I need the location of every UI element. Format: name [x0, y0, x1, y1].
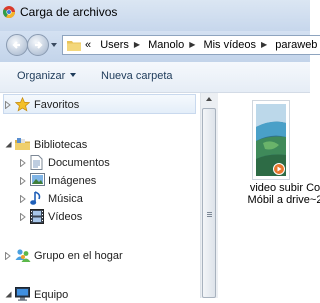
breadcrumb-mis-videos[interactable]: Mis vídeos: [203, 39, 256, 51]
scroll-up-icon[interactable]: [206, 97, 212, 101]
star-icon: [15, 97, 30, 112]
nav-label: Documentos: [48, 157, 110, 169]
music-icon: [30, 191, 41, 205]
address-bar[interactable]: « Users ▶ Manolo ▶ Mis vídeos ▶ paraweb: [62, 35, 320, 55]
command-bar: Organizar Nueva carpeta: [0, 62, 310, 93]
expand-arrow-icon[interactable]: [20, 195, 26, 203]
selection-highlight: [3, 94, 196, 114]
folder-icon: [67, 41, 81, 51]
back-arrow-icon: [12, 41, 20, 49]
forward-button[interactable]: [27, 34, 49, 56]
file-list: video subir Co Móbil a drive~2: [218, 93, 320, 298]
expand-arrow-icon[interactable]: [20, 177, 26, 185]
nav-label: Grupo en el hogar: [34, 250, 123, 262]
navigation-pane: Favoritos Bibliotecas Documentos Imágene…: [0, 93, 200, 301]
chrome-icon: [3, 6, 15, 18]
computer-icon: [15, 287, 30, 301]
breadcrumb-separator-icon[interactable]: ▶: [189, 40, 195, 49]
nav-label: Equipo: [34, 289, 69, 301]
collapse-arrow-icon[interactable]: [5, 291, 12, 298]
breadcrumb-separator-icon[interactable]: ▶: [134, 40, 140, 49]
breadcrumb-separator-icon[interactable]: ▶: [261, 40, 267, 49]
breadcrumb: « Users ▶ Manolo ▶ Mis vídeos ▶ paraweb: [85, 39, 317, 51]
back-button[interactable]: [6, 34, 28, 56]
homegroup-icon: [15, 249, 31, 262]
libraries-icon: [15, 138, 30, 150]
file-name-line-1: video subir Co: [249, 182, 320, 194]
title-bar: Carga de archivos: [0, 0, 310, 31]
expand-arrow-icon[interactable]: [5, 252, 11, 260]
address-row: « Users ▶ Manolo ▶ Mis vídeos ▶ paraweb: [0, 31, 320, 62]
nav-label: Imágenes: [48, 175, 97, 187]
file-name[interactable]: video subir Co Móbil a drive~2: [225, 182, 320, 206]
file-name-line-2: Móbil a drive~2: [247, 194, 320, 206]
nav-label: Vídeos: [48, 211, 83, 223]
organize-button[interactable]: Organizar: [17, 70, 77, 82]
breadcrumb-manolo[interactable]: Manolo: [148, 39, 184, 51]
expand-arrow-icon[interactable]: [20, 159, 26, 167]
breadcrumb-paraweb[interactable]: paraweb: [275, 39, 317, 51]
forward-arrow-icon: [35, 41, 43, 49]
videos-icon: [30, 209, 44, 224]
nav-label: Bibliotecas: [34, 139, 88, 151]
breadcrumb-users[interactable]: Users: [100, 39, 129, 51]
nav-scrollbar[interactable]: [200, 93, 218, 298]
documents-icon: [30, 155, 43, 170]
pictures-icon: [30, 173, 45, 186]
grip-icon: [207, 212, 212, 218]
expand-arrow-icon[interactable]: [20, 213, 26, 221]
file-item-video[interactable]: [252, 100, 290, 180]
expand-arrow-icon[interactable]: [5, 101, 11, 109]
nav-label: Favoritos: [34, 99, 80, 111]
chevron-down-icon: [70, 73, 77, 77]
organize-label: Organizar: [17, 70, 66, 82]
scrollbar-thumb[interactable]: [202, 108, 216, 298]
new-folder-button[interactable]: Nueva carpeta: [101, 70, 173, 82]
collapse-arrow-icon[interactable]: [5, 141, 12, 148]
breadcrumb-overflow[interactable]: «: [85, 39, 91, 51]
window-title: Carga de archivos: [20, 5, 118, 19]
video-thumbnail-icon: [256, 104, 286, 176]
recent-locations-dropdown[interactable]: [51, 43, 57, 47]
nav-label: Música: [48, 193, 83, 205]
